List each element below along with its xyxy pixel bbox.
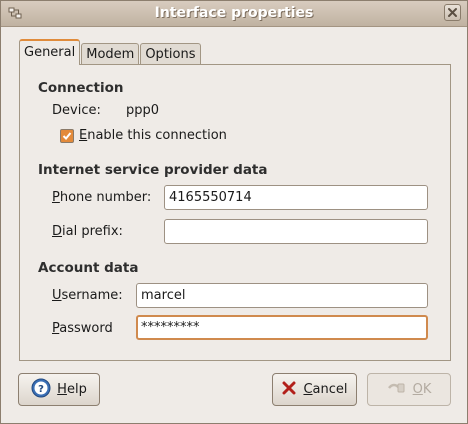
tab-bar: General Modem Options: [19, 39, 202, 65]
password-label: Password: [52, 321, 113, 336]
username-input[interactable]: [136, 283, 428, 308]
cancel-icon: [281, 380, 297, 400]
title-bar[interactable]: Interface properties: [1, 1, 467, 27]
dial-prefix-input[interactable]: [164, 219, 428, 244]
phone-number-input[interactable]: [164, 185, 428, 210]
close-icon: [448, 8, 457, 17]
svg-text:?: ?: [38, 384, 44, 395]
isp-heading: Internet service provider data: [38, 162, 268, 178]
dialog-window: Interface properties General Modem Optio…: [0, 0, 468, 424]
help-icon: ?: [31, 378, 51, 402]
account-heading: Account data: [38, 260, 139, 276]
ok-button[interactable]: OK: [367, 373, 451, 406]
ok-label: OK: [412, 382, 432, 397]
device-value: ppp0: [126, 103, 160, 118]
phone-number-label: Phone number:: [52, 190, 152, 205]
username-label: Username:: [52, 288, 123, 303]
connection-heading: Connection: [38, 80, 124, 96]
enable-connection-label[interactable]: Enable this connection: [79, 128, 227, 143]
checkmark-icon: [62, 132, 72, 140]
password-input[interactable]: [136, 315, 428, 340]
cancel-button[interactable]: Cancel: [272, 373, 357, 406]
ok-icon: [387, 380, 407, 400]
window-title: Interface properties: [154, 5, 314, 21]
cancel-label: Cancel: [303, 382, 348, 397]
dial-prefix-label: Dial prefix:: [52, 224, 123, 239]
close-button[interactable]: [444, 4, 461, 21]
device-label: Device:: [52, 103, 101, 118]
help-label: Help: [57, 382, 87, 397]
tab-general[interactable]: General: [19, 39, 81, 65]
tab-options[interactable]: Options: [140, 43, 201, 65]
general-tab-panel: Connection Device: ppp0 Enable this conn…: [19, 64, 451, 361]
enable-connection-checkbox[interactable]: [60, 129, 74, 143]
help-button[interactable]: ? Help: [18, 373, 100, 406]
tab-modem[interactable]: Modem: [81, 43, 140, 65]
